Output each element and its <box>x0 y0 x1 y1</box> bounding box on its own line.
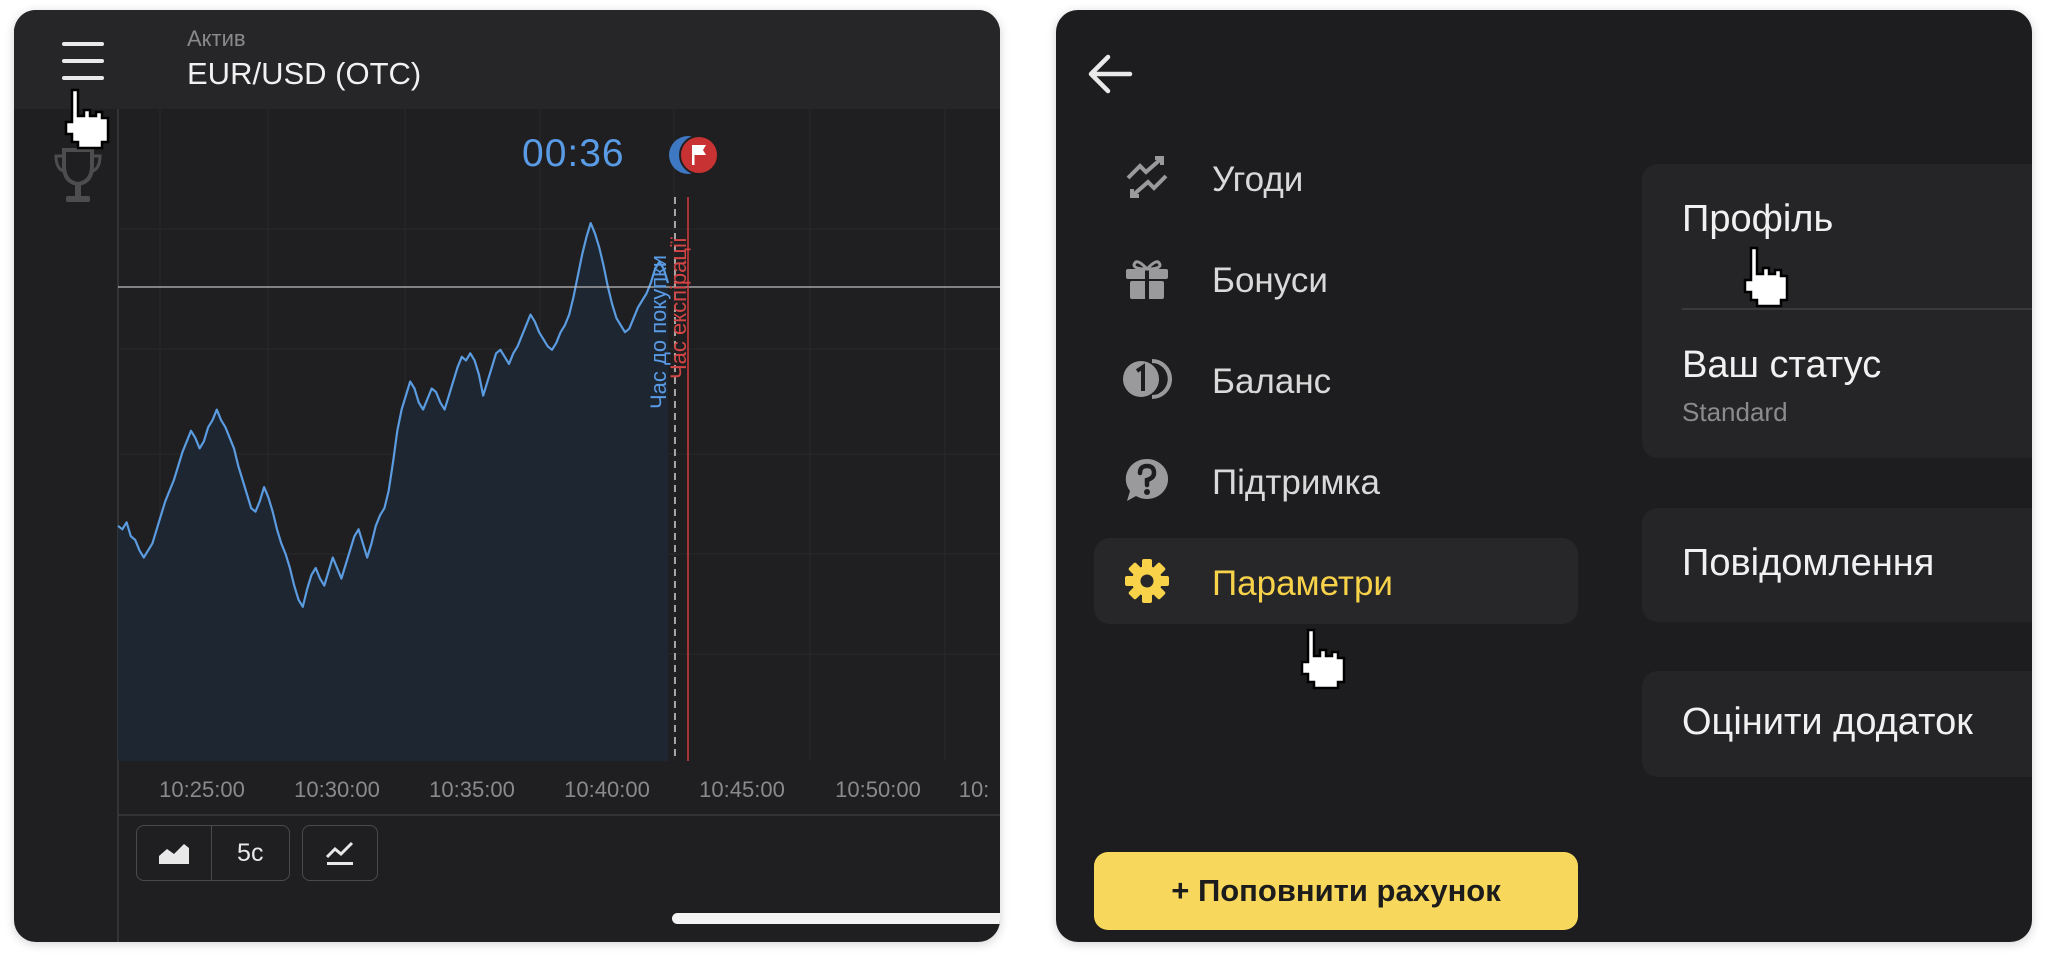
x-tick-label: 10:30:00 <box>294 777 380 802</box>
menu-label: Угоди <box>1212 160 1304 199</box>
home-indicator <box>672 913 1000 924</box>
menu-screen: Угоди Бонуси Баланс Підтримка Параметри … <box>1056 10 2032 942</box>
x-tick-label: 10:40:00 <box>564 777 650 802</box>
menu-item-support[interactable]: Підтримка <box>1094 437 1578 523</box>
notifications-label: Повідомлення <box>1682 542 1935 584</box>
hand-cursor-icon <box>1743 246 1789 308</box>
chart-type-button[interactable] <box>137 826 211 880</box>
deposit-button[interactable]: + Поповнити рахунок <box>1094 852 1578 930</box>
profile-card: Профіль Ваш статус Standard <box>1642 164 2032 458</box>
trades-icon <box>1126 156 1168 198</box>
asset-caption: Актив <box>187 26 246 51</box>
menu-item-trades[interactable]: Угоди <box>1094 134 1578 220</box>
rate-app-card[interactable]: Оцінити додаток <box>1642 671 2032 777</box>
back-arrow-icon[interactable] <box>1086 52 1134 96</box>
x-tick-label: 10:25:00 <box>159 777 245 802</box>
x-tick-label: 10:35:00 <box>429 777 515 802</box>
price-area <box>118 223 668 762</box>
balance-icon <box>1123 359 1172 399</box>
indicators-icon <box>325 841 354 865</box>
divider <box>1682 308 2032 310</box>
countdown-timer: 00:36 <box>522 132 625 175</box>
x-tick-label: 10:45:00 <box>699 777 785 802</box>
rate-app-label: Оцінити додаток <box>1682 701 1973 743</box>
price-chart[interactable]: 10:25:00 10:30:00 10:35:00 10:40:00 10:45:00… <box>14 109 1000 942</box>
expiration-flag-icon <box>669 135 719 175</box>
expiration-time-label: Час експірації <box>666 237 691 379</box>
gift-icon <box>1126 260 1168 299</box>
menu-item-settings[interactable]: Параметри <box>1094 538 1578 624</box>
hand-cursor-icon <box>1300 628 1346 690</box>
menu-label: Параметри <box>1212 564 1393 603</box>
menu-icon[interactable] <box>62 40 104 82</box>
menu-label: Підтримка <box>1212 463 1381 502</box>
status-title[interactable]: Ваш статус <box>1682 344 1881 387</box>
hand-cursor-icon <box>64 88 110 150</box>
menu-item-bonuses[interactable]: Бонуси <box>1094 235 1578 321</box>
notifications-card[interactable]: Повідомлення <box>1642 508 2032 622</box>
menu-label: Баланс <box>1212 362 1332 401</box>
x-tick-label: 10:50:00 <box>835 777 921 802</box>
support-icon <box>1125 458 1169 501</box>
area-chart-icon <box>158 844 189 864</box>
top-bar: Актив EUR/USD (OTC) <box>14 10 1000 109</box>
menu-label: Бонуси <box>1212 261 1328 300</box>
asset-selector[interactable]: EUR/USD (OTC) <box>187 56 421 92</box>
settings-icon <box>1125 559 1169 603</box>
menu-item-balance[interactable]: Баланс <box>1094 336 1578 422</box>
profile-link[interactable]: Профіль <box>1682 198 1833 241</box>
status-value: Standard <box>1682 397 1788 427</box>
x-tick-label: 10: <box>959 777 990 802</box>
indicators-button[interactable] <box>302 825 378 881</box>
period-button[interactable]: 5с <box>210 826 289 880</box>
trading-screen: Актив EUR/USD (OTC) 10:25:00 10:30:00 10:3… <box>14 10 1000 942</box>
chart-controls: 5с <box>136 825 290 881</box>
